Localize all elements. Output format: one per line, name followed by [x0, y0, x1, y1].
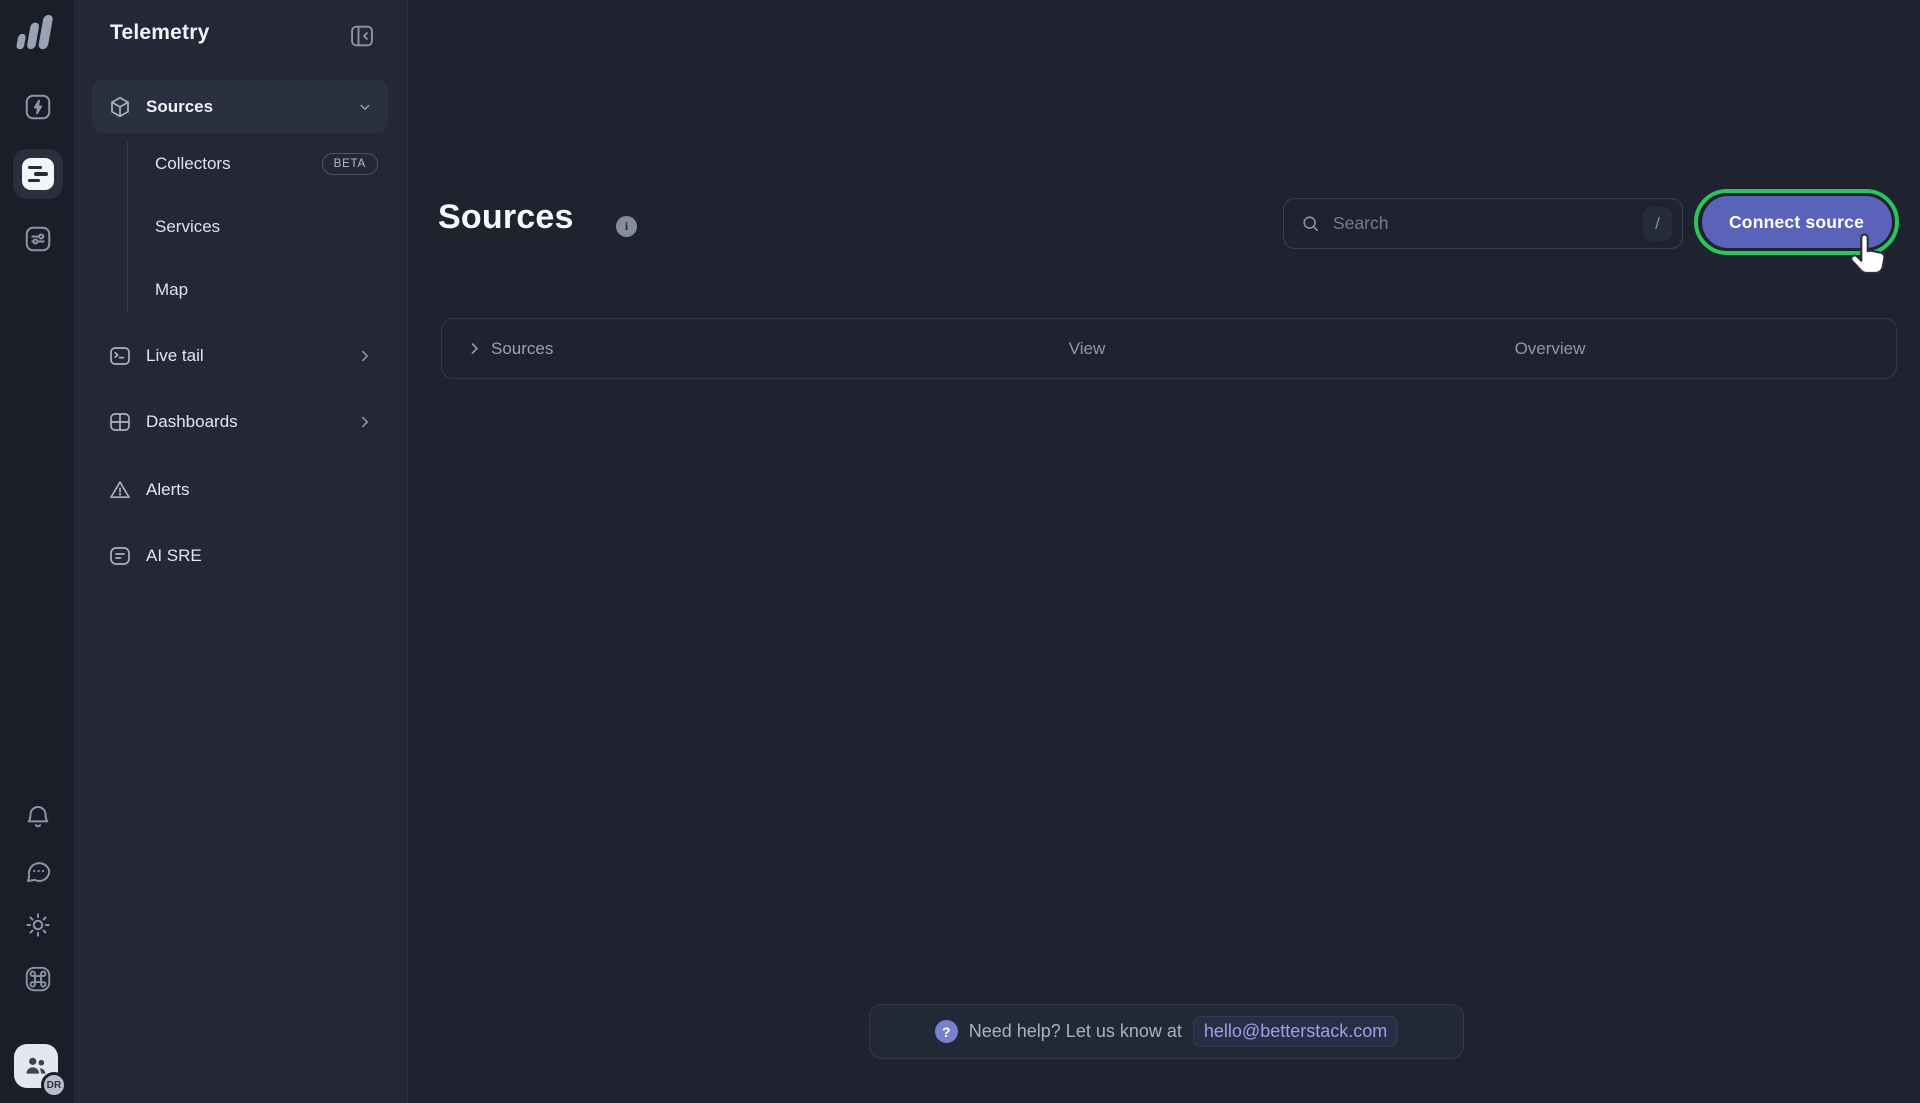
ai-message-icon	[108, 544, 132, 568]
help-bar: ? Need help? Let us know at hello@better…	[869, 1004, 1464, 1059]
shortcuts-command-icon[interactable]	[20, 961, 56, 997]
user-initials-badge[interactable]: DR	[41, 1072, 67, 1098]
table-group-sources[interactable]: Sources	[466, 319, 553, 378]
sidebar-item-label: Dashboards	[146, 412, 238, 432]
beta-badge: BETA	[322, 153, 378, 175]
warning-triangle-icon	[108, 478, 132, 502]
column-header-view: View	[1069, 319, 1106, 378]
notifications-bell-icon[interactable]	[20, 799, 56, 835]
info-icon[interactable]: i	[616, 216, 637, 237]
sidebar-item-label: Live tail	[146, 346, 204, 366]
sidebar-item-label: Sources	[146, 97, 213, 117]
connect-source-highlight-ring: Connect source	[1694, 189, 1899, 255]
terminal-icon	[108, 344, 132, 368]
search-input[interactable]	[1321, 213, 1643, 234]
cube-icon	[108, 95, 132, 119]
search-box[interactable]: /	[1283, 198, 1683, 249]
sources-table-header: Sources View Overview	[441, 318, 1897, 379]
feedback-chat-icon[interactable]	[20, 853, 56, 889]
dashboard-grid-icon	[108, 410, 132, 434]
uptime-lightning-icon[interactable]	[20, 89, 56, 125]
sidebar-item-label: Services	[155, 217, 220, 237]
sidebar-item-alerts[interactable]: Alerts	[92, 467, 388, 513]
support-email-link[interactable]: hello@betterstack.com	[1193, 1016, 1398, 1047]
slash-shortcut-key: /	[1643, 207, 1672, 241]
page-title: Sources	[438, 198, 574, 237]
question-icon: ?	[935, 1020, 958, 1043]
connect-source-button[interactable]: Connect source	[1702, 196, 1892, 248]
collapse-sidebar-icon[interactable]	[348, 22, 376, 50]
sidebar-item-dashboards[interactable]: Dashboards	[92, 399, 388, 445]
sidebar-item-label: Collectors	[155, 154, 231, 174]
sidebar-item-ai-sre[interactable]: AI SRE	[92, 533, 388, 579]
column-header-sources: Sources	[491, 339, 553, 359]
logs-glyph	[22, 158, 54, 190]
main-content: Sources i / Connect source Sources View …	[409, 0, 1920, 1103]
theme-sun-icon[interactable]	[20, 907, 56, 943]
column-header-overview: Overview	[1515, 319, 1586, 378]
chevron-down-icon	[356, 98, 374, 116]
chevron-right-icon	[356, 413, 374, 431]
settings-sliders-icon[interactable]	[20, 221, 56, 257]
sidebar: Telemetry Sources Collectors BE	[76, 0, 408, 1103]
chevron-right-icon	[466, 340, 483, 357]
chevron-right-icon	[356, 347, 374, 365]
app-window: DR Telemetry Sources Co	[0, 0, 1920, 1103]
betterstack-logo-icon[interactable]	[13, 11, 59, 53]
sidebar-item-sources[interactable]: Sources	[92, 80, 388, 133]
sidebar-item-label: Map	[155, 280, 188, 300]
icon-rail: DR	[0, 0, 75, 1103]
sidebar-title: Telemetry	[110, 21, 209, 45]
sidebar-item-label: Alerts	[146, 480, 189, 500]
sidebar-item-collectors[interactable]: Collectors BETA	[92, 141, 388, 187]
sidebar-item-services[interactable]: Services	[92, 204, 388, 250]
telemetry-logs-icon[interactable]	[13, 149, 63, 199]
sidebar-item-live-tail[interactable]: Live tail	[92, 333, 388, 379]
search-icon	[1300, 213, 1321, 234]
sidebar-item-label: AI SRE	[146, 546, 202, 566]
sidebar-item-map[interactable]: Map	[92, 267, 388, 313]
help-text: Need help? Let us know at	[969, 1021, 1182, 1042]
